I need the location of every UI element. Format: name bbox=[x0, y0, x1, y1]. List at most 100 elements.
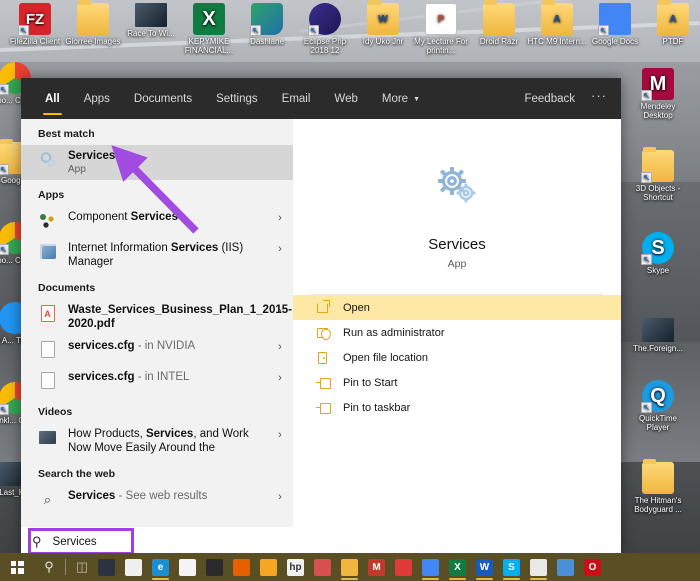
preview-app-title: Services bbox=[428, 236, 486, 253]
desktop-icon[interactable]: ↖ 3D Objects - Shortcut bbox=[627, 147, 689, 202]
results-section-heading: Apps bbox=[38, 189, 65, 201]
taskbar-paint-app[interactable] bbox=[309, 553, 336, 581]
desktop-icon-label: The Hitman's Bodyguard ... bbox=[634, 496, 682, 514]
desktop-icon[interactable]: M ↖ Mendeley Desktop bbox=[627, 68, 689, 120]
result-title-match: services.cfg bbox=[68, 340, 135, 352]
feedback-button[interactable]: Feedback bbox=[514, 78, 585, 119]
search-flyout-body: Best match Services App Apps Component Servi… bbox=[21, 119, 621, 557]
taskbar-word-app[interactable]: W bbox=[471, 553, 498, 581]
result-row[interactable]: services.cfg - in INTEL › bbox=[21, 366, 293, 397]
taskbar-camera-app[interactable] bbox=[201, 553, 228, 581]
result-title-prefix: How Products, bbox=[68, 428, 146, 440]
taskbar-file-explorer[interactable] bbox=[336, 553, 363, 581]
desktop-icon[interactable]: P My Lecture For printin... bbox=[410, 3, 472, 55]
taskbar-skype-app[interactable]: S bbox=[498, 553, 525, 581]
chevron-down-icon: ▼ bbox=[413, 96, 421, 103]
taskbar-photo-viewer-app[interactable] bbox=[525, 553, 552, 581]
pin-icon bbox=[314, 377, 331, 389]
iis-manager-icon bbox=[38, 242, 57, 261]
mendeley-app-icon: M bbox=[368, 558, 385, 576]
chevron-right-icon[interactable]: › bbox=[273, 429, 287, 441]
desktop-icon[interactable]: The Hitman's Bodyguard ... bbox=[627, 459, 689, 514]
chevron-right-icon[interactable]: › bbox=[273, 212, 287, 224]
task-view-icon[interactable]: ◫ bbox=[71, 553, 93, 581]
taskbar-excel-app[interactable]: X bbox=[444, 553, 471, 581]
desktop-icon[interactable]: A HTC M9 Intern... bbox=[526, 0, 588, 46]
result-row[interactable]: Component Services › bbox=[21, 206, 293, 237]
taskbar-settings-app[interactable] bbox=[552, 553, 579, 581]
desktop-icon[interactable]: ↖ Eclipse Php 2018 12 bbox=[294, 3, 356, 55]
desktop-icon[interactable]: ↖ Dashlane bbox=[236, 3, 298, 46]
action-pin-to-start[interactable]: Pin to Start bbox=[293, 370, 621, 395]
action-open[interactable]: Open bbox=[293, 295, 621, 320]
desktop-icon-label: Skype bbox=[646, 266, 670, 275]
result-row[interactable]: How Products, Services, and Work Now Mov… bbox=[21, 423, 293, 459]
taskbar-hp-app[interactable]: hp bbox=[282, 553, 309, 581]
desktop-icon[interactable]: Q ↖ QuickTime Player bbox=[627, 380, 689, 432]
taskbar-pdf-reader-app[interactable] bbox=[390, 553, 417, 581]
desktop-icon[interactable]: S ↖ Skype bbox=[627, 232, 689, 275]
result-text-wrap: Services App bbox=[68, 149, 273, 176]
desktop-icon[interactable]: ↖ Google Docs bbox=[584, 3, 646, 46]
tab-web[interactable]: Web bbox=[322, 78, 369, 119]
desktop-icon[interactable]: W Idy Uko Jnr bbox=[352, 0, 414, 46]
chevron-right-icon[interactable]: › bbox=[273, 305, 287, 317]
taskbar-calculator-app[interactable] bbox=[120, 553, 147, 581]
desktop-icon-label: Giorree Images bbox=[65, 37, 121, 46]
tab-documents[interactable]: Documents bbox=[122, 78, 204, 119]
calculator-app-icon bbox=[125, 558, 142, 576]
taskbar-photos-app[interactable] bbox=[93, 553, 120, 581]
desktop-icon[interactable]: The.Foreign... bbox=[627, 318, 689, 353]
taskbar-opera-browser[interactable]: O bbox=[579, 553, 606, 581]
result-title: Waste_Services_Business_Plan_1_2015-2020… bbox=[68, 303, 292, 331]
generic-file-icon bbox=[38, 371, 57, 390]
taskbar-mendeley-app[interactable]: M bbox=[363, 553, 390, 581]
shortcut-arrow-icon: ↖ bbox=[0, 84, 9, 95]
tab-email[interactable]: Email bbox=[270, 78, 323, 119]
tab-apps[interactable]: Apps bbox=[72, 78, 122, 119]
tab-all[interactable]: All bbox=[33, 78, 72, 119]
desktop-icon[interactable]: X KEPYMIKE FINANCIAL... bbox=[178, 3, 240, 55]
desktop-icon[interactable]: Giorree Images bbox=[62, 0, 124, 46]
chevron-right-icon[interactable]: › bbox=[273, 372, 287, 384]
shortcut-arrow-icon: ↖ bbox=[0, 404, 9, 415]
start-button[interactable] bbox=[0, 553, 34, 581]
taskbar-media-player-app[interactable] bbox=[255, 553, 282, 581]
tab-settings[interactable]: Settings bbox=[204, 78, 270, 119]
more-options-icon[interactable]: ··· bbox=[585, 78, 621, 119]
desktop-icon-label: The.Foreign... bbox=[633, 344, 683, 353]
action-open-file-location[interactable]: Open file location bbox=[293, 345, 621, 370]
folder-open-icon bbox=[642, 459, 674, 494]
taskbar-firefox-browser[interactable] bbox=[228, 553, 255, 581]
settings-app-icon bbox=[557, 558, 574, 576]
result-row[interactable]: services.cfg - in NVIDIA › bbox=[21, 335, 293, 366]
skype-app-icon: S bbox=[503, 558, 520, 576]
excel-icon: X bbox=[193, 3, 225, 35]
result-row[interactable]: A Waste_Services_Business_Plan_1_2015-202… bbox=[21, 299, 293, 335]
pdf-file-icon: A bbox=[38, 304, 57, 323]
taskbar-search-icon[interactable]: ⚲ bbox=[34, 553, 64, 581]
taskbar-edge-browser[interactable]: e bbox=[147, 553, 174, 581]
desktop-icon[interactable]: A PTDF bbox=[642, 0, 700, 46]
result-row-selected[interactable]: Services App bbox=[21, 145, 293, 180]
pin-icon bbox=[314, 402, 331, 414]
chevron-right-icon[interactable]: › bbox=[273, 491, 287, 503]
shortcut-arrow-icon: ↖ bbox=[641, 254, 652, 265]
tab-more[interactable]: More ▼ bbox=[370, 78, 432, 119]
result-title-match: Services bbox=[68, 150, 116, 162]
action-pin-to-taskbar[interactable]: Pin to taskbar bbox=[293, 395, 621, 420]
taskbar-chrome-browser[interactable] bbox=[417, 553, 444, 581]
results-section-heading: Best match bbox=[38, 128, 95, 140]
action-run-as-administrator[interactable]: Run as administrator bbox=[293, 320, 621, 345]
paint-app-icon bbox=[314, 558, 331, 576]
taskbar-mail-app[interactable] bbox=[174, 553, 201, 581]
result-text-wrap: Waste_Services_Business_Plan_1_2015-2020… bbox=[68, 303, 292, 331]
chevron-right-icon[interactable]: › bbox=[273, 243, 287, 255]
desktop-icon[interactable]: FZ ↖ FileZilla Client bbox=[4, 3, 66, 46]
desktop-icon[interactable]: Droid Razr bbox=[468, 0, 530, 46]
chevron-right-icon[interactable]: › bbox=[273, 341, 287, 353]
result-row[interactable]: ⌕ Services - See web results › bbox=[21, 485, 293, 516]
result-row[interactable]: Internet Information Services (IIS) Mana… bbox=[21, 237, 293, 273]
desktop-icon[interactable]: Race To Wi... bbox=[120, 3, 182, 38]
photos-app-icon bbox=[98, 558, 115, 576]
